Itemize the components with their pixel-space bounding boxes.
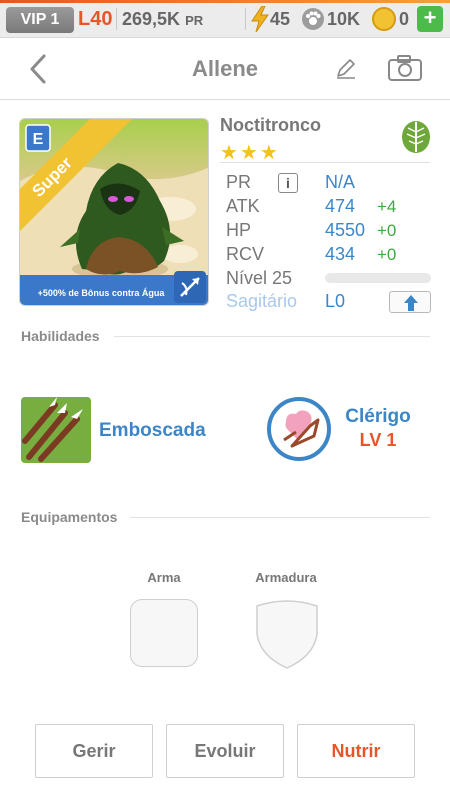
divider — [114, 336, 430, 337]
rcv-value: 434 — [325, 244, 356, 264]
arrow-up-icon — [404, 295, 418, 311]
weapon-slot[interactable] — [130, 599, 198, 667]
power-value: 269,5K — [122, 9, 181, 29]
constellation-link[interactable]: Sagitário — [226, 291, 297, 312]
player-level: L40 — [78, 8, 113, 30]
lightning-icon — [251, 6, 269, 32]
rcv-bonus: +0 — [377, 245, 397, 264]
coin-value: 0 — [399, 9, 410, 29]
equipment-section-label: Equipamentos — [21, 509, 118, 525]
hp-bonus: +0 — [377, 221, 397, 240]
rcv-label: RCV — [226, 244, 265, 264]
armor-slot[interactable] — [254, 598, 320, 670]
pr-label: PR — [226, 172, 252, 192]
power-unit: PR — [185, 13, 204, 28]
hp-value: 4550 — [325, 220, 366, 240]
status-bar: VIP 1 L40 269,5K PR 45 10K 0 + — [0, 0, 450, 38]
camera-icon[interactable] — [387, 54, 423, 82]
cleric-skill-icon[interactable] — [266, 396, 332, 462]
coin-icon — [372, 7, 396, 31]
pr-value: N/A — [325, 172, 356, 192]
element-bonus-text: +500% de Bônus contra Água — [37, 288, 165, 298]
constellation-level: L0 — [325, 291, 346, 311]
upgrade-button[interactable] — [389, 291, 431, 313]
divider — [220, 162, 430, 163]
manage-button[interactable]: Gerir — [35, 724, 153, 778]
archer-class-icon — [174, 271, 206, 303]
divider — [245, 8, 246, 30]
feed-button[interactable]: Nutrir — [297, 724, 415, 778]
hero-name: Noctitronco — [220, 115, 321, 135]
info-button[interactable]: i — [278, 173, 298, 193]
pencil-icon[interactable] — [334, 56, 358, 80]
page-title: Allene — [191, 56, 259, 81]
skill-level-cleric: LV 1 — [359, 430, 397, 450]
ambush-skill-icon[interactable] — [21, 397, 91, 463]
skills-section-label: Habilidades — [21, 328, 100, 344]
atk-bonus: +4 — [377, 197, 397, 216]
tier-badge-text: E — [33, 131, 44, 148]
atk-value: 474 — [325, 196, 356, 216]
armor-slot-label: Armadura — [255, 570, 317, 585]
skill-name-cleric[interactable]: Clérigo — [343, 406, 413, 428]
weapon-slot-label: Arma — [147, 570, 181, 585]
status-accent-line — [0, 0, 450, 3]
divider — [130, 517, 430, 518]
atk-label: ATK — [226, 196, 260, 216]
vip-badge[interactable]: VIP 1 — [6, 7, 74, 33]
paw-icon — [302, 8, 324, 30]
hp-label: HP — [226, 220, 252, 240]
divider — [116, 8, 117, 30]
paw-currency-value: 10K — [327, 9, 361, 29]
level-label: Nível 25 — [226, 268, 293, 288]
level-progress-bar — [325, 273, 431, 283]
add-currency-button[interactable]: + — [417, 6, 443, 32]
energy-value: 45 — [270, 9, 291, 29]
power-readout: 269,5K PR — [122, 9, 203, 31]
leaf-icon — [402, 121, 430, 153]
skill-name-ambush[interactable]: Emboscada — [99, 420, 206, 442]
hero-portrait-card[interactable]: Super E +500% de Bônus contra Água — [19, 118, 209, 306]
page-header: Allene — [0, 38, 450, 100]
evolve-button[interactable]: Evoluir — [166, 724, 284, 778]
